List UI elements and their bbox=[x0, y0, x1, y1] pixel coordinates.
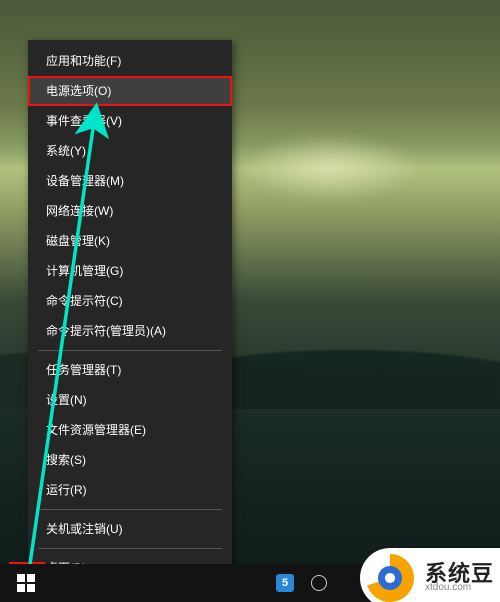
menu-item-shutdown-signout[interactable]: 关机或注销(U) bbox=[28, 514, 232, 544]
menu-separator bbox=[38, 509, 222, 510]
menu-item-search[interactable]: 搜索(S) bbox=[28, 445, 232, 475]
menu-item-disk-mgmt[interactable]: 磁盘管理(K) bbox=[28, 226, 232, 256]
menu-item-event-viewer[interactable]: 事件查看器(V) bbox=[28, 106, 232, 136]
menu-item-cmd[interactable]: 命令提示符(C) bbox=[28, 286, 232, 316]
menu-item-run[interactable]: 运行(R) bbox=[28, 475, 232, 505]
menu-item-computer-mgmt[interactable]: 计算机管理(G) bbox=[28, 256, 232, 286]
watermark-subtext: xtdou.com bbox=[425, 583, 494, 593]
winx-context-menu: 应用和功能(F) 电源选项(O) 事件查看器(V) 系统(Y) 设备管理器(M)… bbox=[28, 40, 232, 589]
watermark-badge: 系统豆 xtdou.com bbox=[360, 548, 500, 602]
menu-separator bbox=[38, 548, 222, 549]
wallpaper-sunlight bbox=[240, 132, 420, 202]
menu-item-system[interactable]: 系统(Y) bbox=[28, 136, 232, 166]
tray-circle-icon[interactable] bbox=[310, 574, 328, 592]
menu-item-task-manager[interactable]: 任务管理器(T) bbox=[28, 355, 232, 385]
menu-item-file-explorer[interactable]: 文件资源管理器(E) bbox=[28, 415, 232, 445]
menu-item-power-options[interactable]: 电源选项(O) bbox=[28, 76, 232, 106]
watermark-logo-icon bbox=[363, 551, 417, 602]
menu-item-cmd-admin[interactable]: 命令提示符(管理员)(A) bbox=[28, 316, 232, 346]
menu-item-apps-features[interactable]: 应用和功能(F) bbox=[28, 46, 232, 76]
menu-item-device-manager[interactable]: 设备管理器(M) bbox=[28, 166, 232, 196]
tray-app-icon[interactable]: 5 bbox=[276, 574, 294, 592]
taskbar-tray: 5 bbox=[276, 574, 328, 592]
menu-item-settings[interactable]: 设置(N) bbox=[28, 385, 232, 415]
windows-logo-icon bbox=[17, 574, 35, 592]
start-button[interactable] bbox=[6, 567, 46, 599]
menu-separator bbox=[38, 350, 222, 351]
menu-item-network-conn[interactable]: 网络连接(W) bbox=[28, 196, 232, 226]
